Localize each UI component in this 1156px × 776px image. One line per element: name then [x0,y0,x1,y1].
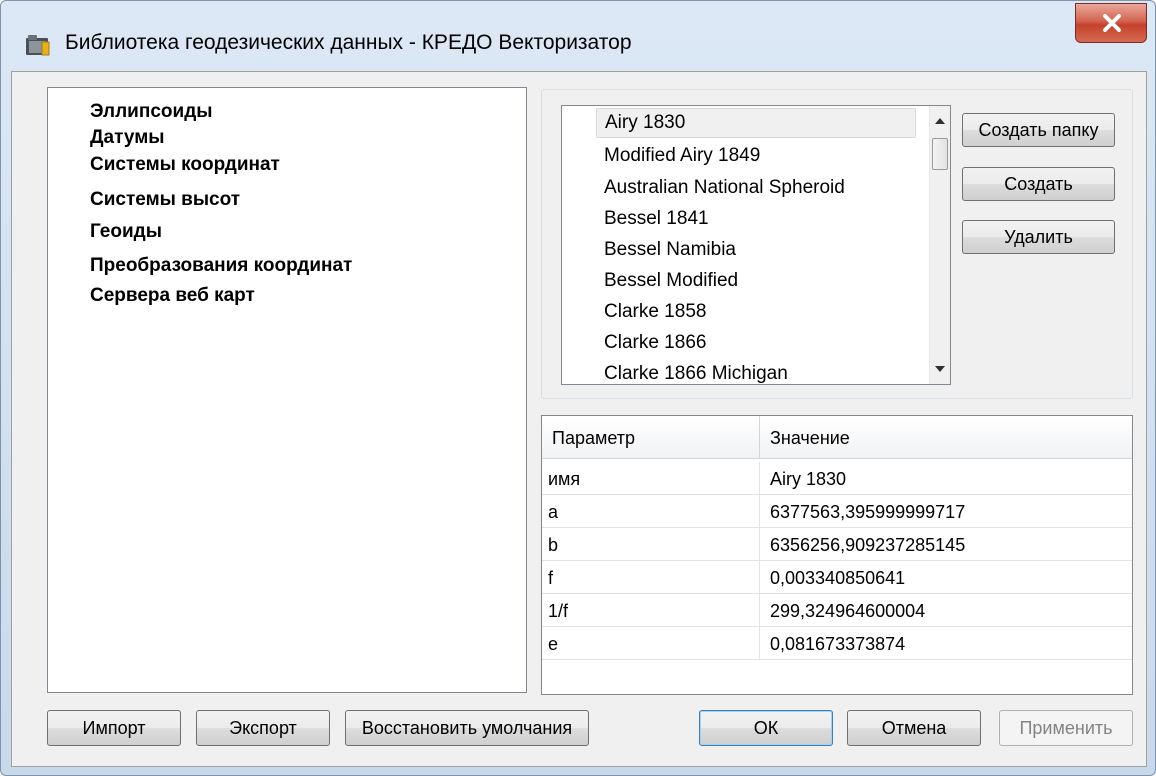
param-value-cell[interactable]: 6356256,909237285145 [760,528,965,560]
scroll-down-arrow-icon[interactable] [935,366,945,372]
list-scrollbar[interactable] [929,106,950,384]
list-item[interactable]: Bessel Namibia [604,235,736,265]
param-name-cell: f [542,561,760,593]
tree-item-coordinate-transformations[interactable]: Преобразования координат [90,254,352,278]
table-row[interactable]: e 0,081673373874 [542,627,1132,660]
list-item-selected[interactable]: Airy 1830 [596,108,916,138]
param-value-cell[interactable]: Airy 1830 [760,462,846,494]
delete-button[interactable]: Удалить [962,220,1115,254]
create-button[interactable]: Создать [962,167,1115,201]
column-header-value[interactable]: Значение [760,416,1132,458]
param-value-cell[interactable]: 6377563,395999999717 [760,495,965,527]
table-row[interactable]: f 0,003340850641 [542,561,1132,594]
list-item[interactable]: Bessel 1841 [604,204,709,234]
table-row[interactable]: 1/f 299,324964600004 [542,594,1132,627]
param-value-cell[interactable]: 0,003340850641 [760,561,905,593]
param-name-cell: имя [542,462,760,494]
apply-button[interactable]: Применить [999,710,1133,746]
tree-item-geoids[interactable]: Геоиды [90,220,162,244]
category-tree[interactable]: Эллипсоиды Датумы Системы координат Сист… [47,87,527,693]
export-button[interactable]: Экспорт [196,710,330,746]
grid-header: Параметр Значение [542,416,1132,459]
window-title: Библиотека геодезических данных - КРЕДО … [65,31,632,54]
column-header-parameter[interactable]: Параметр [542,416,760,458]
ellipsoid-list[interactable]: Airy 1830 Modified Airy 1849 Australian … [561,105,951,385]
restore-defaults-button[interactable]: Восстановить умолчания [345,710,589,746]
list-item[interactable]: Clarke 1866 [604,328,706,358]
tree-item-height-systems[interactable]: Системы высот [90,188,240,212]
properties-grid[interactable]: Параметр Значение имя Airy 1830 a 637756… [541,415,1133,695]
list-item[interactable]: Clarke 1858 [604,297,706,327]
close-button[interactable] [1075,3,1147,43]
list-item[interactable]: Bessel Modified [604,266,738,296]
list-item[interactable]: Clarke 1866 Michigan [604,359,788,384]
tree-item-datums[interactable]: Датумы [90,126,164,150]
param-name-cell: e [542,627,760,659]
list-item[interactable]: Australian National Spheroid [604,173,845,203]
table-row[interactable]: a 6377563,395999999717 [542,495,1132,528]
param-name-cell: a [542,495,760,527]
list-item[interactable]: Modified Airy 1849 [604,141,760,171]
tree-item-coordinate-systems[interactable]: Системы координат [90,153,280,177]
ok-button[interactable]: ОК [699,710,833,746]
close-icon [1103,14,1121,32]
param-name-cell: b [542,528,760,560]
create-folder-button[interactable]: Создать папку [962,113,1115,147]
table-row[interactable]: b 6356256,909237285145 [542,528,1132,561]
table-row[interactable]: имя Airy 1830 [542,462,1132,495]
cancel-button[interactable]: Отмена [847,710,981,746]
scroll-up-arrow-icon[interactable] [935,118,945,124]
tree-item-web-map-servers[interactable]: Сервера веб карт [90,284,255,308]
tree-item-ellipsoids[interactable]: Эллипсоиды [90,100,212,124]
dialog-window: Библиотека геодезических данных - КРЕДО … [0,0,1156,776]
param-value-cell[interactable]: 299,324964600004 [760,594,925,626]
param-name-cell: 1/f [542,594,760,626]
library-folder-icon [25,33,51,57]
param-value-cell[interactable]: 0,081673373874 [760,627,905,659]
scroll-thumb[interactable] [932,138,948,170]
import-button[interactable]: Импорт [47,710,181,746]
